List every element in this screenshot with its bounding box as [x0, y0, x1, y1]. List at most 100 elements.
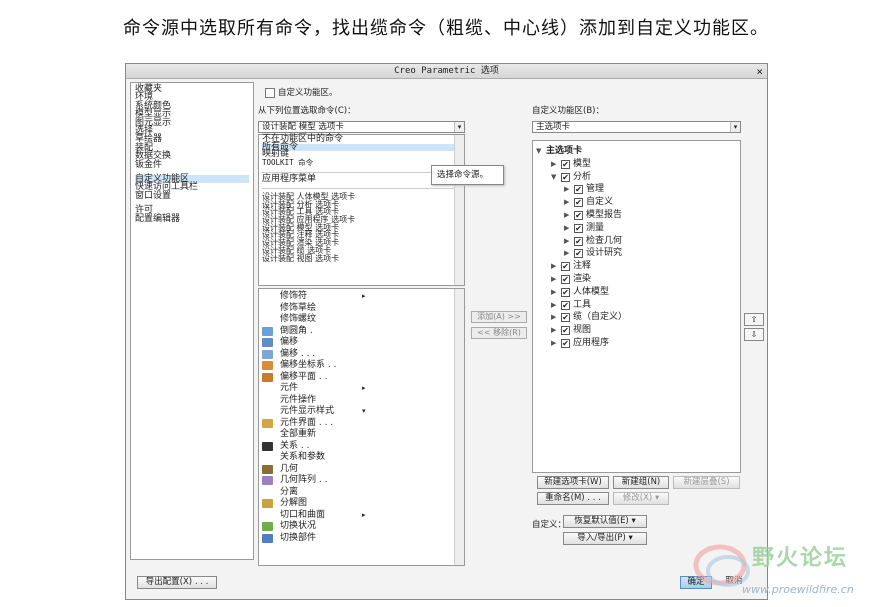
- checkbox-checked-icon[interactable]: ✔: [561, 172, 570, 182]
- checkbox-checked-icon[interactable]: ✔: [574, 185, 583, 195]
- close-icon[interactable]: ×: [756, 64, 763, 79]
- checkbox-checked-icon[interactable]: ✔: [574, 210, 583, 220]
- command-icon: [262, 476, 273, 485]
- nav-item[interactable]: 钣金件: [135, 160, 249, 169]
- checkbox-checked-icon[interactable]: ✔: [561, 159, 570, 169]
- new-group-button[interactable]: 新建组(N): [613, 476, 669, 489]
- checkbox-checked-icon[interactable]: ✔: [561, 338, 570, 348]
- tree-root[interactable]: ▼ 主选项卡: [536, 145, 737, 158]
- expand-icon[interactable]: ▶: [551, 273, 561, 286]
- tree-item[interactable]: ▶ ✔ 缆（自定义）: [536, 311, 737, 324]
- tree-item[interactable]: ▶ ✔ 人体模型: [536, 286, 737, 299]
- import-export-button[interactable]: 导入/导出(P) ▾: [563, 532, 647, 545]
- tree-item[interactable]: ▶ ✔ 模型: [536, 158, 737, 171]
- command-icon: [262, 499, 273, 508]
- expand-icon[interactable]: ▶: [564, 235, 574, 248]
- checkbox-checked-icon[interactable]: ✔: [561, 274, 570, 284]
- command-item[interactable]: 关系 . .: [262, 441, 461, 453]
- command-item[interactable]: 修饰草绘: [262, 303, 461, 315]
- command-source-item[interactable]: 所有命令: [262, 142, 461, 152]
- command-item[interactable]: 切换状况: [262, 521, 461, 533]
- tree-item[interactable]: ▶ ✔ 工具: [536, 299, 737, 312]
- tree-item[interactable]: ▶ ✔ 渲染: [536, 273, 737, 286]
- checkbox-checked-icon[interactable]: ✔: [574, 249, 583, 259]
- command-item[interactable]: 元件操作: [262, 395, 461, 407]
- tree-item[interactable]: ▶ ✔ 模型报告: [536, 209, 737, 222]
- checkbox-checked-icon[interactable]: ✔: [574, 223, 583, 233]
- command-item[interactable]: 偏移坐标系 . .: [262, 360, 461, 372]
- customize-ribbon-select[interactable]: 主选项卡 ▾: [532, 121, 741, 133]
- remove-button[interactable]: << 移除(R): [471, 327, 527, 339]
- collapse-icon[interactable]: ▼: [551, 171, 561, 184]
- modify-button[interactable]: 修改(X) ▾: [613, 492, 669, 505]
- export-config-button[interactable]: 导出配置(X) . . .: [137, 576, 217, 589]
- expand-icon[interactable]: ▶: [564, 209, 574, 222]
- command-item[interactable]: 几何阵列 . .: [262, 475, 461, 487]
- expand-icon[interactable]: ▼: [536, 145, 546, 158]
- command-item[interactable]: 分解图: [262, 498, 461, 510]
- expand-icon[interactable]: ▶: [564, 222, 574, 235]
- command-item[interactable]: 关系和参数: [262, 452, 461, 464]
- command-item[interactable]: 倒圆角 .: [262, 326, 461, 338]
- expand-icon[interactable]: ▶: [564, 247, 574, 260]
- tree-item[interactable]: ▶ ✔ 应用程序: [536, 337, 737, 350]
- reset-defaults-button[interactable]: 恢复默认值(E) ▾: [563, 515, 647, 528]
- checkbox-checked-icon[interactable]: ✔: [561, 287, 570, 297]
- expand-icon[interactable]: ▶: [551, 286, 561, 299]
- show-ribbon-toggle[interactable]: 自定义功能区。: [265, 86, 338, 98]
- checkbox-checked-icon[interactable]: ✔: [574, 236, 583, 246]
- design-tab-item[interactable]: 设计装配 视图 选项卡: [262, 254, 461, 263]
- command-item[interactable]: 全部重新: [262, 429, 461, 441]
- nav-item[interactable]: 窗口设置: [135, 191, 249, 200]
- scrollbar[interactable]: [454, 289, 464, 565]
- checkbox-checked-icon[interactable]: ✔: [574, 198, 583, 208]
- tree-item[interactable]: ▶ ✔ 设计研究: [536, 247, 737, 260]
- command-item[interactable]: 修饰螺纹: [262, 314, 461, 326]
- command-item[interactable]: 元件显示样式 ▾: [262, 406, 461, 418]
- checkbox-checked-icon[interactable]: ✔: [561, 313, 570, 323]
- command-item[interactable]: 分离: [262, 487, 461, 499]
- checkbox-icon[interactable]: [265, 87, 275, 98]
- tree-item[interactable]: ▼ ✔ 分析: [536, 171, 737, 184]
- command-source-select[interactable]: 设计装配 模型 选项卡 ▾: [258, 121, 465, 133]
- command-item[interactable]: 切换部件: [262, 533, 461, 545]
- expand-icon[interactable]: ▶: [564, 183, 574, 196]
- add-button[interactable]: 添加(A) >>: [471, 311, 527, 323]
- command-item[interactable]: 切口和曲面 ▸: [262, 510, 461, 522]
- new-tab-button[interactable]: 新建选项卡(W): [537, 476, 609, 489]
- command-item[interactable]: 修饰符 ▸: [262, 291, 461, 303]
- command-item[interactable]: 偏移平面 . .: [262, 372, 461, 384]
- expand-icon[interactable]: ▶: [551, 158, 561, 171]
- command-item[interactable]: 元件界面 . . .: [262, 418, 461, 430]
- dropdown-arrow-icon[interactable]: ▾: [454, 122, 464, 132]
- scrollbar[interactable]: [454, 135, 464, 285]
- submenu-arrow-icon: ▾: [362, 407, 366, 415]
- tree-item[interactable]: ▶ ✔ 检查几何: [536, 235, 737, 248]
- dropdown-arrow-icon[interactable]: ▾: [730, 122, 740, 132]
- command-item[interactable]: 偏移: [262, 337, 461, 349]
- command-item[interactable]: 几何: [262, 464, 461, 476]
- tree-item[interactable]: ▶ ✔ 测量: [536, 222, 737, 235]
- nav-item[interactable]: 配置编辑器: [135, 214, 249, 223]
- checkbox-checked-icon[interactable]: ✔: [561, 262, 570, 272]
- move-up-button[interactable]: ⇧: [744, 313, 764, 326]
- new-cascade-button[interactable]: 新建层叠(S): [673, 476, 740, 489]
- checkbox-checked-icon[interactable]: ✔: [561, 326, 570, 336]
- command-item[interactable]: 偏移 . . .: [262, 349, 461, 361]
- tree-item[interactable]: ▶ ✔ 管理: [536, 183, 737, 196]
- command-item[interactable]: 元件 ▸: [262, 383, 461, 395]
- tree-item-label: 测量: [586, 222, 605, 233]
- command-icon: [262, 522, 273, 531]
- rename-button[interactable]: 重命名(M) . . .: [537, 492, 609, 505]
- expand-icon[interactable]: ▶: [551, 324, 561, 337]
- checkbox-checked-icon[interactable]: ✔: [561, 300, 570, 310]
- expand-icon[interactable]: ▶: [551, 337, 561, 350]
- tree-item[interactable]: ▶ ✔ 视图: [536, 324, 737, 337]
- expand-icon[interactable]: ▶: [551, 299, 561, 312]
- expand-icon[interactable]: ▶: [551, 311, 561, 324]
- tree-item[interactable]: ▶ ✔ 注释: [536, 260, 737, 273]
- expand-icon[interactable]: ▶: [564, 196, 574, 209]
- tree-item[interactable]: ▶ ✔ 自定义: [536, 196, 737, 209]
- expand-icon[interactable]: ▶: [551, 260, 561, 273]
- move-down-button[interactable]: ⇩: [744, 328, 764, 341]
